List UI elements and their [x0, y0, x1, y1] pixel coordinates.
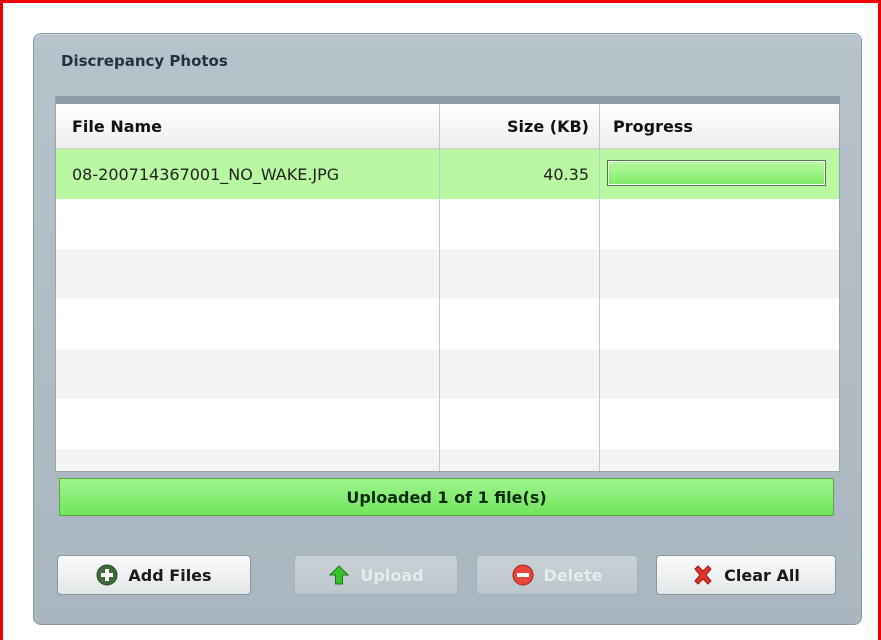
upload-status-bar: Uploaded 1 of 1 file(s) [59, 478, 834, 516]
column-header-size[interactable]: Size (KB) [439, 104, 599, 148]
progress-bar [607, 160, 826, 186]
empty-row [56, 349, 839, 399]
panel-title: Discrepancy Photos [61, 52, 228, 70]
plus-circle-icon [96, 564, 118, 586]
file-grid: File Name Size (KB) Progress 08-20071436… [55, 96, 840, 472]
upload-button[interactable]: Upload [294, 555, 458, 595]
file-name-cell: 08-200714367001_NO_WAKE.JPG [72, 164, 340, 184]
progress-bar-fill [609, 162, 824, 184]
clear-all-button[interactable]: Clear All [656, 555, 836, 595]
table-row[interactable]: 08-200714367001_NO_WAKE.JPG 40.35 [56, 149, 839, 199]
delete-button[interactable]: Delete [476, 555, 638, 595]
progress-cell [599, 149, 839, 199]
empty-row [56, 399, 839, 449]
minus-circle-icon [512, 564, 534, 586]
column-header-file-name[interactable]: File Name [56, 104, 439, 148]
grid-header: File Name Size (KB) Progress [56, 104, 839, 149]
empty-row [56, 249, 839, 299]
delete-label: Delete [543, 565, 603, 585]
empty-row [56, 299, 839, 349]
add-files-label: Add Files [128, 565, 212, 585]
empty-row [56, 199, 839, 249]
column-divider [599, 104, 600, 471]
add-files-button[interactable]: Add Files [57, 555, 251, 595]
clear-all-label: Clear All [724, 565, 800, 585]
x-icon [692, 564, 714, 586]
column-header-progress[interactable]: Progress [599, 104, 839, 148]
column-divider [439, 104, 440, 471]
upload-label: Upload [360, 565, 424, 585]
file-size-cell: 40.35 [543, 164, 589, 184]
empty-row [56, 449, 839, 471]
arrow-up-icon [328, 564, 350, 586]
